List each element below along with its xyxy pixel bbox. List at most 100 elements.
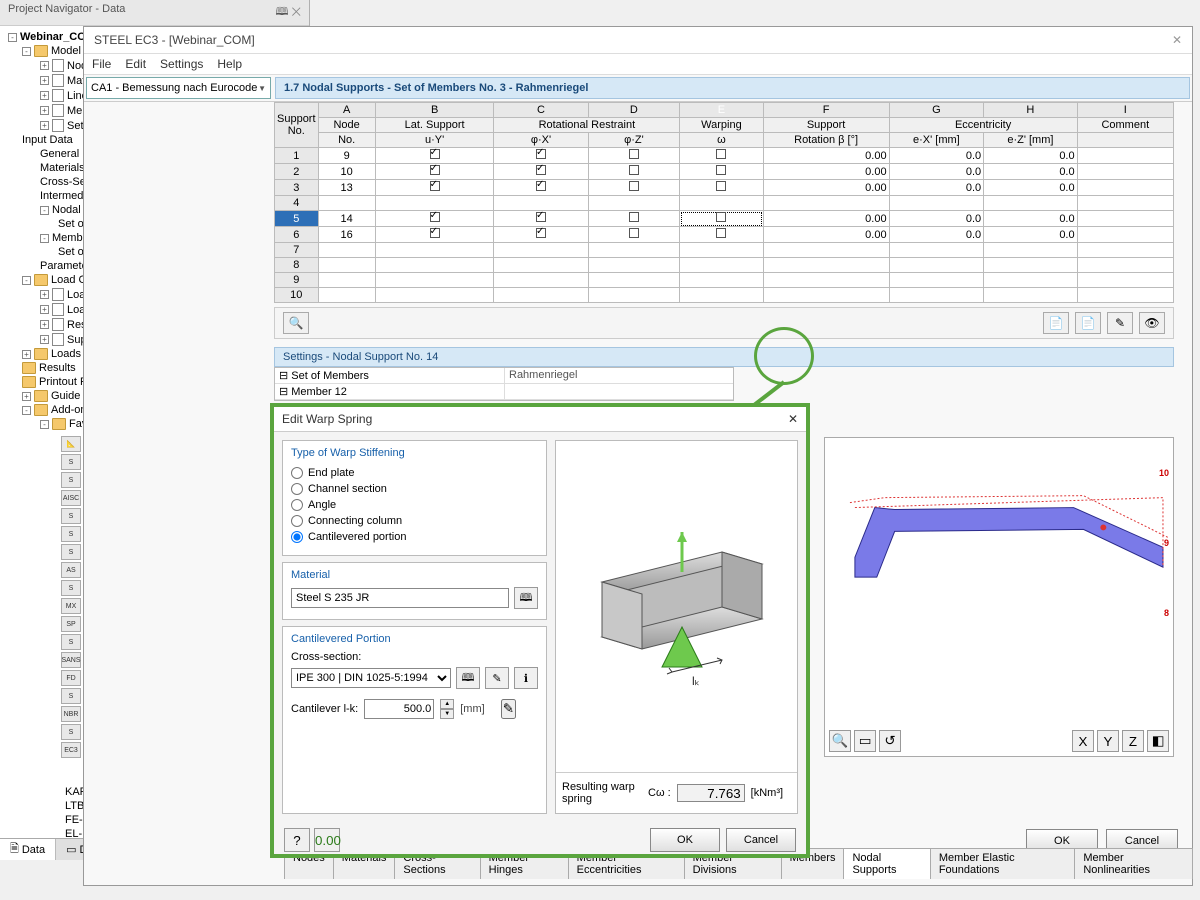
cs-info-button[interactable]: ℹ: [514, 667, 538, 689]
material-field[interactable]: [291, 588, 509, 608]
module-icon[interactable]: S: [61, 580, 81, 596]
close-icon[interactable]: ✕: [788, 412, 798, 426]
toolbar-btn-4[interactable]: 👁: [1139, 312, 1165, 334]
module-icon[interactable]: S: [61, 454, 81, 470]
window-title-bar: STEEL EC3 - [Webinar_COM] ✕: [84, 27, 1192, 54]
axis-label: 8: [1162, 608, 1171, 618]
group-title: Cantilevered Portion: [291, 633, 538, 645]
radio-cantilevered-portion[interactable]: Cantilevered portion: [291, 529, 538, 545]
view-z-button[interactable]: Z: [1122, 730, 1144, 752]
radio-channel-section[interactable]: Channel section: [291, 481, 538, 497]
dialog-preview: lₖ Resulting warp spring Cω : [kNm³]: [555, 440, 798, 814]
lk-input[interactable]: [364, 699, 434, 719]
group-title: Material: [291, 569, 538, 581]
window-close-icon[interactable]: ✕: [1172, 33, 1182, 47]
beam-preview-icon: lₖ: [572, 502, 782, 712]
menu-file[interactable]: File: [92, 57, 111, 71]
axis-label: 10: [1157, 468, 1171, 478]
section-header: 1.7 Nodal Supports - Set of Members No. …: [275, 77, 1190, 99]
case-combo[interactable]: CA1 - Bemessung nach Eurocode ▼: [86, 77, 271, 99]
result-unit: [kNm³]: [751, 787, 783, 799]
table-toolbar: 🔍 📄 📄 ✎ 👁: [274, 307, 1174, 339]
viewport-toolbar-left: 🔍 ▭ ↺: [829, 730, 901, 752]
module-icon[interactable]: AS: [61, 562, 81, 578]
lk-spin-down[interactable]: ▼: [440, 709, 454, 719]
toolbar-btn-3[interactable]: ✎: [1107, 312, 1133, 334]
combo-value: CA1 - Bemessung nach Eurocode: [91, 82, 257, 94]
group-warp-stiffening: Type of Warp Stiffening End plateChannel…: [282, 440, 547, 556]
module-icon[interactable]: S: [61, 688, 81, 704]
cross-section-label: Cross-section:: [291, 651, 538, 663]
close-icon[interactable]: ✕: [291, 6, 301, 18]
radio-connecting-column[interactable]: Connecting column: [291, 513, 538, 529]
tab-data[interactable]: 🗎Data: [0, 839, 56, 860]
nav-title: Project Navigator - Data: [8, 3, 125, 22]
window-title: STEEL EC3 - [Webinar_COM]: [94, 33, 255, 47]
dialog-title: Edit Warp Spring: [282, 412, 372, 426]
cross-section-select[interactable]: IPE 300 | DIN 1025-5:1994: [291, 668, 451, 688]
settings-grid[interactable]: ⊟ Set of MembersRahmenriegel⊟ Member 12: [274, 367, 734, 401]
dialog-title-bar: Edit Warp Spring ✕: [274, 407, 806, 432]
lk-pick-button[interactable]: ✎: [501, 699, 516, 719]
lk-label: Cantilever l-k:: [291, 703, 358, 715]
details-button[interactable]: 🔍: [283, 312, 309, 334]
result-value: [677, 784, 745, 802]
vp-btn-3[interactable]: ↺: [879, 730, 901, 752]
menu-settings[interactable]: Settings: [160, 57, 203, 71]
module-icon[interactable]: AISC: [61, 490, 81, 506]
viewport-toolbar-right: X Y Z ◧: [1072, 730, 1169, 752]
module-icon[interactable]: S: [61, 724, 81, 740]
model-viewport[interactable]: 10 9 8 🔍 ▭ ↺ X Y Z ◧: [824, 437, 1174, 757]
cs-library-button[interactable]: 🕮: [456, 667, 480, 689]
module-icon[interactable]: 📐: [61, 436, 81, 452]
nav-header: Project Navigator - Data 🕮 ✕: [0, 0, 309, 26]
module-icon[interactable]: FD: [61, 670, 81, 686]
edit-warp-spring-dialog: Edit Warp Spring ✕ Type of Warp Stiffeni…: [270, 403, 810, 858]
chevron-down-icon: ▼: [258, 84, 266, 93]
radio-angle[interactable]: Angle: [291, 497, 538, 513]
pin-icon[interactable]: 🕮: [275, 6, 288, 18]
module-icon[interactable]: NBR: [61, 706, 81, 722]
bottom-tab[interactable]: Nodal Supports: [843, 848, 930, 879]
menu-edit[interactable]: Edit: [125, 57, 146, 71]
menubar[interactable]: File Edit Settings Help: [84, 54, 1192, 75]
toolbar-btn-1[interactable]: 📄: [1043, 312, 1069, 334]
module-icon[interactable]: SANS: [61, 652, 81, 668]
module-icon[interactable]: S: [61, 526, 81, 542]
vp-btn-2[interactable]: ▭: [854, 730, 876, 752]
module-icon[interactable]: MX: [61, 598, 81, 614]
dialog-default-button[interactable]: 0.00: [314, 828, 340, 852]
view-x-button[interactable]: X: [1072, 730, 1094, 752]
module-icon[interactable]: SP: [61, 616, 81, 632]
module-icon[interactable]: S: [61, 508, 81, 524]
lk-unit: [mm]: [460, 703, 484, 715]
group-material: Material 🕮: [282, 562, 547, 620]
settings-header: Settings - Nodal Support No. 14: [274, 347, 1174, 367]
module-icon[interactable]: S: [61, 472, 81, 488]
module-icon[interactable]: S: [61, 544, 81, 560]
view-y-button[interactable]: Y: [1097, 730, 1119, 752]
cs-pick-button[interactable]: ✎: [485, 667, 509, 689]
material-library-button[interactable]: 🕮: [514, 587, 538, 609]
view-iso-button[interactable]: ◧: [1147, 730, 1169, 752]
svg-text:lₖ: lₖ: [692, 674, 700, 688]
result-label: Resulting warp spring: [562, 781, 642, 805]
result-symbol: Cω :: [648, 787, 671, 799]
result-row: Resulting warp spring Cω : [kNm³]: [556, 772, 797, 813]
lk-spin-up[interactable]: ▲: [440, 699, 454, 709]
group-cantilever: Cantilevered Portion Cross-section: IPE …: [282, 626, 547, 814]
bottom-tab[interactable]: Member Elastic Foundations: [930, 848, 1076, 879]
module-icon[interactable]: EC3: [61, 742, 81, 758]
dialog-cancel-button[interactable]: Cancel: [726, 828, 796, 852]
bottom-tab[interactable]: Member Nonlinearities: [1074, 848, 1193, 879]
dialog-ok-button[interactable]: OK: [650, 828, 720, 852]
module-icon[interactable]: S: [61, 634, 81, 650]
dialog-help-button[interactable]: ?: [284, 828, 310, 852]
zoom-button[interactable]: 🔍: [829, 730, 851, 752]
spreadsheet[interactable]: SupportNo.ABCDEFGHINodeLat. SupportRotat…: [274, 102, 1174, 303]
toolbar-btn-2[interactable]: 📄: [1075, 312, 1101, 334]
menu-help[interactable]: Help: [217, 57, 242, 71]
radio-end-plate[interactable]: End plate: [291, 465, 538, 481]
group-title: Type of Warp Stiffening: [291, 447, 538, 459]
top-row: CA1 - Bemessung nach Eurocode ▼ 1.7 Noda…: [84, 75, 1192, 102]
